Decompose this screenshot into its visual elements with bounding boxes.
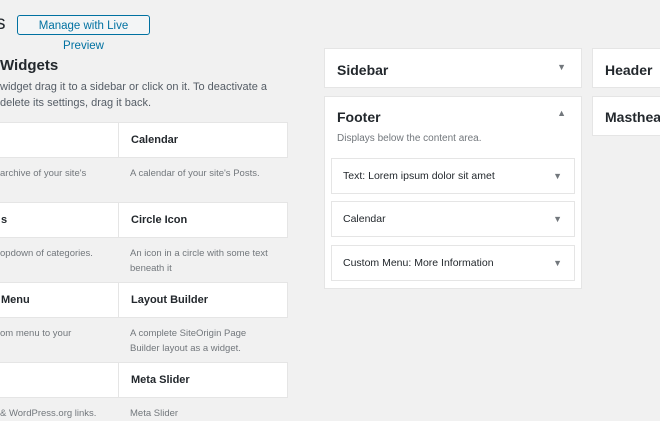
- sidebar-area[interactable]: Sidebar ▼: [324, 48, 582, 88]
- widget-title: : More Information: [408, 257, 494, 269]
- available-widgets-description: widget drag it to a sidebar or click on …: [0, 79, 270, 111]
- widget-type: Text: [343, 170, 363, 182]
- widget-layout-builder-desc: A complete SiteOrigin Page Builder layou…: [130, 326, 290, 356]
- widget-type: Custom Menu: [343, 257, 409, 269]
- widget-type: Calendar: [343, 213, 386, 225]
- chevron-down-icon[interactable]: ▼: [557, 62, 566, 72]
- available-widgets-title: Widgets: [0, 57, 59, 74]
- desc-line: beneath it: [130, 263, 172, 274]
- widget-title: : Lorem ipsum dolor sit amet: [362, 170, 495, 182]
- masthead-area-title: Masthead: [605, 109, 660, 125]
- footer-area[interactable]: Footer ▲ Displays below the content area…: [324, 96, 582, 289]
- header-area[interactable]: Header: [592, 48, 660, 88]
- desc-line: A complete SiteOrigin Page: [130, 328, 247, 339]
- description-line: delete its settings, drag it back.: [0, 97, 152, 109]
- widget-calendar[interactable]: Calendar: [118, 122, 288, 158]
- sidebar-area-title: Sidebar: [337, 62, 389, 78]
- footer-widget-text[interactable]: Text: Lorem ipsum dolor sit amet ▼: [331, 158, 575, 194]
- chevron-down-icon[interactable]: ▼: [553, 259, 562, 268]
- widget-circle-icon[interactable]: Circle Icon: [118, 202, 288, 238]
- page-title: s: [0, 13, 6, 34]
- footer-area-title: Footer: [337, 109, 381, 125]
- widget-circle-icon-desc: An icon in a circle with some text benea…: [130, 246, 290, 276]
- manage-live-preview-button[interactable]: Manage with Live Preview: [17, 15, 150, 52]
- chevron-down-icon[interactable]: ▼: [553, 215, 562, 224]
- header-area-title: Header: [605, 62, 653, 78]
- desc-line: Builder layout as a widget.: [130, 343, 241, 354]
- description-line: widget drag it to a sidebar or click on …: [0, 81, 267, 93]
- widget-layout-builder[interactable]: Layout Builder: [118, 282, 288, 318]
- chevron-up-icon[interactable]: ▲: [557, 108, 566, 118]
- chevron-down-icon[interactable]: ▼: [553, 172, 562, 181]
- masthead-area[interactable]: Masthead: [592, 96, 660, 136]
- footer-widget-custom-menu[interactable]: Custom Menu: More Information ▼: [331, 245, 575, 281]
- widget-meta-slider[interactable]: Meta Slider: [118, 362, 288, 398]
- widget-meta-slider-desc: Meta Slider: [130, 408, 179, 419]
- footer-widget-calendar[interactable]: Calendar ▼: [331, 201, 575, 237]
- desc-line: An icon in a circle with some text: [130, 248, 268, 259]
- widget-calendar-desc: A calendar of your site's Posts.: [130, 168, 260, 179]
- footer-area-description: Displays below the content area.: [337, 133, 482, 144]
